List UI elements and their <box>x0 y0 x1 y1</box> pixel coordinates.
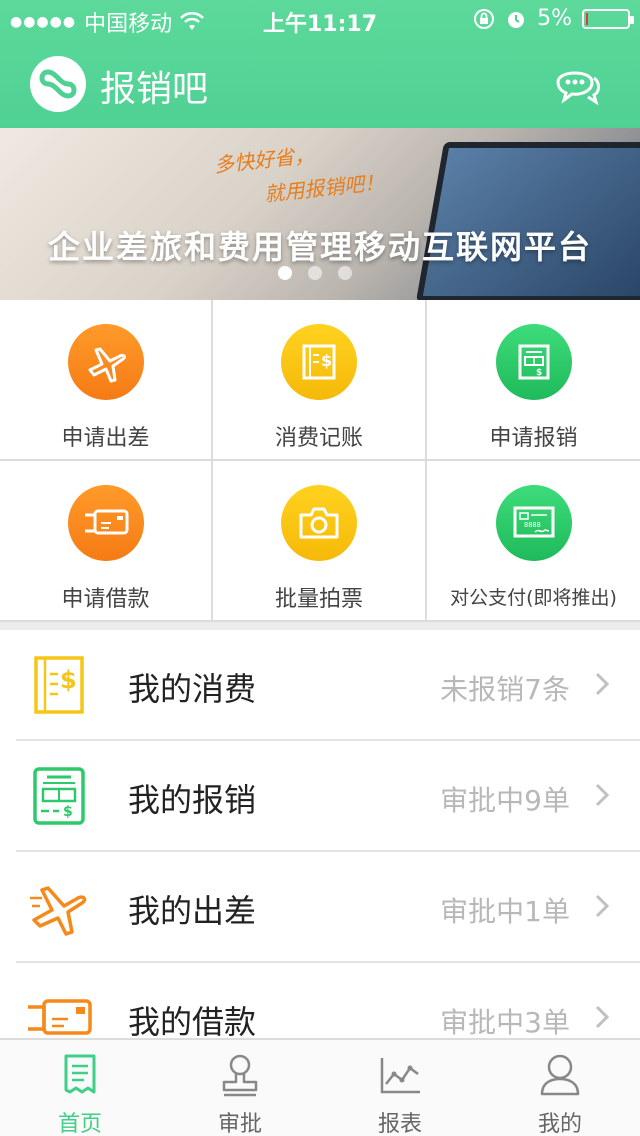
airplane-icon <box>24 874 94 940</box>
loan-card-icon <box>24 985 94 1038</box>
list-item-title: 我的消费 <box>128 670 257 708</box>
airplane-icon <box>67 324 144 400</box>
status-right: 5% <box>473 6 634 31</box>
list-item-title: 我的出差 <box>128 892 257 930</box>
chevron-right-icon <box>595 783 610 807</box>
chevron-right-icon <box>595 1005 610 1029</box>
battery-percent: 5% <box>537 6 572 31</box>
infinity-logo-icon <box>30 56 86 112</box>
list-item-my-loan[interactable]: 我的借款 审批中3单 <box>0 963 640 1038</box>
action-label: 对公支付(即将推出) <box>450 587 617 609</box>
chevron-right-icon <box>595 672 610 696</box>
action-apply-trip[interactable]: 申请出差 <box>0 300 213 461</box>
svg-text:$: $ <box>60 666 77 694</box>
approval-stamp-icon <box>222 1054 258 1097</box>
laptop-illustration <box>415 142 640 300</box>
tab-approval[interactable]: 审批 <box>160 1040 320 1136</box>
action-label: 消费记账 <box>274 426 363 451</box>
chat-bubbles-icon[interactable] <box>554 62 602 106</box>
list-item-my-trip[interactable]: 我的出差 审批中1单 <box>0 852 640 963</box>
svg-text:8888: 8888 <box>524 521 541 529</box>
tab-label: 报表 <box>377 1112 422 1136</box>
person-icon <box>540 1054 580 1096</box>
tab-label: 审批 <box>217 1112 262 1136</box>
chevron-right-icon <box>595 894 610 918</box>
list-item-status: 未报销7条 <box>440 673 570 706</box>
action-label: 批量拍票 <box>274 587 363 612</box>
promo-banner[interactable]: 多快好省， 就用报销吧！ 企业差旅和费用管理移动互联网平台 <box>0 128 640 300</box>
receipt-dollar-icon: $ <box>24 652 94 718</box>
bottom-tab-bar: 首页 审批 报表 我的 <box>0 1038 640 1136</box>
app-header: ●●●●● 中国移动 上午11:17 5% 报销吧 <box>0 0 640 128</box>
loan-card-icon <box>67 485 144 561</box>
action-label: 申请报销 <box>489 426 578 451</box>
pager-dot[interactable] <box>308 266 322 280</box>
alarm-icon <box>508 11 525 28</box>
list-item-title: 我的报销 <box>128 781 257 819</box>
action-apply-loan[interactable]: 申请借款 <box>0 461 213 622</box>
svg-text:$: $ <box>536 368 542 378</box>
reimburse-form-icon: $ <box>24 763 94 829</box>
action-label: 申请出差 <box>61 426 150 451</box>
app-title: 报销吧 <box>100 69 209 110</box>
list-item-status: 审批中9单 <box>440 784 570 817</box>
quick-actions-grid: 申请出差 $ 消费记账 $ 申请报销 申请借款 批量拍票 8888 对公支付(即… <box>0 300 640 622</box>
tab-reports[interactable]: 报表 <box>320 1040 480 1136</box>
action-apply-reimburse[interactable]: $ 申请报销 <box>427 300 640 461</box>
svg-text:$: $ <box>63 804 73 820</box>
action-corporate-payment[interactable]: 8888 对公支付(即将推出) <box>427 461 640 622</box>
tab-home[interactable]: 首页 <box>0 1040 160 1136</box>
status-bar: ●●●●● 中国移动 上午11:17 5% <box>0 0 640 40</box>
svg-text:$: $ <box>321 351 332 370</box>
pager-dot[interactable] <box>278 266 292 280</box>
tab-label: 首页 <box>57 1112 102 1136</box>
chart-line-icon <box>380 1058 420 1094</box>
action-label: 申请借款 <box>61 587 150 612</box>
list-item-status: 审批中3单 <box>440 1006 570 1038</box>
check-payment-icon: 8888 <box>495 485 572 561</box>
battery-icon <box>582 8 634 29</box>
list-item-my-expense[interactable]: $ 我的消费 未报销7条 <box>0 630 640 741</box>
tab-mine[interactable]: 我的 <box>480 1040 640 1136</box>
action-batch-photo[interactable]: 批量拍票 <box>213 461 427 622</box>
pager-dot[interactable] <box>338 266 352 280</box>
my-summary-list: $ 我的消费 未报销7条 $ 我的报销 审批中9单 我的出差 审批中1单 我的借… <box>0 630 640 1038</box>
list-item-title: 我的借款 <box>128 1003 257 1038</box>
camera-icon <box>281 485 357 561</box>
tab-label: 我的 <box>537 1112 582 1136</box>
home-doc-icon <box>64 1054 96 1094</box>
reimburse-form-icon: $ <box>495 324 572 400</box>
action-expense-record[interactable]: $ 消费记账 <box>213 300 427 461</box>
banner-pager[interactable] <box>278 266 352 280</box>
receipt-dollar-icon: $ <box>281 324 357 400</box>
list-item-my-reimburse[interactable]: $ 我的报销 审批中9单 <box>0 741 640 852</box>
list-item-status: 审批中1单 <box>440 895 570 928</box>
banner-headline: 企业差旅和费用管理移动互联网平台 <box>47 228 592 266</box>
rotation-lock-icon <box>474 8 495 29</box>
battery-level <box>586 12 588 25</box>
